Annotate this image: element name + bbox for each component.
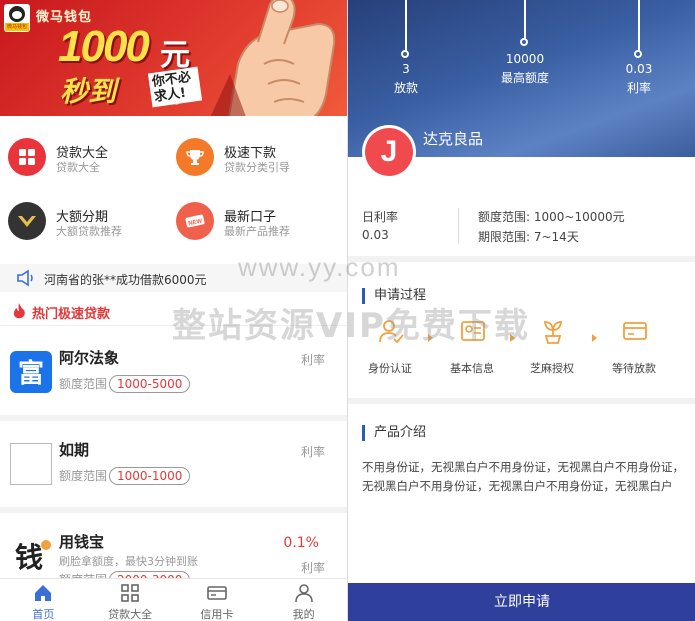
- user-icon: [294, 584, 313, 603]
- tab-home[interactable]: 首页: [0, 579, 87, 621]
- watermark-slogan: 整站资源VIP免费下载: [172, 306, 530, 346]
- app-logo: 微马钱包: [4, 4, 30, 32]
- crown-icon: [8, 202, 46, 240]
- rate-label: 利率: [300, 353, 325, 367]
- apply-now-button[interactable]: 立即申请: [348, 583, 695, 621]
- product-card[interactable]: 如期 利率 额度范围 1000-1000: [0, 425, 347, 513]
- stat-value-max: 10000: [505, 52, 545, 66]
- amount-range: 额度范围: 1000~10000元: [478, 210, 625, 224]
- menu-item-loan-list[interactable]: 贷款大全 贷款大全: [0, 126, 170, 186]
- step-label: 芝麻授权: [530, 362, 574, 375]
- range-pill: 1000-5000: [109, 375, 191, 393]
- menu-item-installment[interactable]: 大额分期 大额贷款推荐: [0, 190, 170, 250]
- rate-label: 利率: [300, 561, 325, 575]
- product-name: 用钱宝: [59, 533, 105, 551]
- stat-label-count: 放款: [393, 81, 418, 95]
- stat-label-max: 最高额度: [500, 71, 549, 85]
- home-icon: [35, 585, 52, 601]
- step-label: 身份认证: [368, 362, 412, 375]
- product-logo-alpha: 富: [10, 351, 52, 393]
- bottom-tab-bar: 首页 贷款大全 信用卡 我的: [0, 578, 347, 621]
- trophy-icon: [176, 138, 214, 176]
- stat-value-rate: 0.03: [625, 62, 653, 76]
- product-title: 达克良品: [423, 130, 484, 148]
- daily-rate-value: 0.03: [362, 228, 389, 242]
- notice-text: 河南省的张**成功借款6000元: [44, 273, 207, 287]
- product-card[interactable]: 钱 用钱宝 0.1% 刷脸拿额度，最快3分钟到账 利率 额度范围2000-300…: [0, 517, 347, 589]
- stat-label-rate: 利率: [626, 81, 651, 95]
- product-logo-letter: J: [365, 128, 413, 176]
- sprout-icon: [543, 321, 563, 344]
- product-logo-placeholder: [10, 443, 52, 485]
- tab-label: 贷款大全: [108, 608, 153, 621]
- step-arrow: [592, 334, 597, 342]
- rate-value: 0.1%: [283, 535, 319, 551]
- stat-value-count: 3: [402, 62, 410, 76]
- rate-label: 利率: [300, 445, 325, 459]
- stat-marker: [520, 38, 528, 46]
- product-name: 阿尔法象: [59, 349, 120, 367]
- menu-item-new-products[interactable]: NEW 最新口子 最新产品推荐: [168, 190, 338, 250]
- intro-text: 不用身份证，无视黑白户不用身份证，无视黑白户不用身份证，无视黑白户不用身份证，无…: [362, 460, 684, 493]
- promo-amount: 1000: [58, 22, 150, 71]
- grid-icon: [8, 138, 46, 176]
- step-label: 等待放款: [612, 362, 656, 375]
- tab-label: 信用卡: [200, 608, 234, 621]
- grid-icon: [121, 584, 139, 602]
- watermark-url: www.yy.com: [238, 252, 401, 282]
- range-row: 额度范围 1000-5000: [59, 375, 191, 393]
- speaker-icon: [17, 269, 33, 287]
- promo-banner[interactable]: 微马钱包 微马钱包 1000 元 秒到 你不必求人!: [0, 0, 347, 116]
- menu-item-fast-loan[interactable]: 极速下款 贷款分类引导: [168, 126, 338, 186]
- product-name: 如期: [59, 441, 90, 459]
- svg-text:富: 富: [18, 358, 44, 389]
- payment-card-icon: [623, 322, 647, 340]
- svg-text:钱: 钱: [15, 541, 43, 574]
- daily-rate-label: 日利率: [362, 210, 399, 224]
- product-desc: 刷脸拿额度，最快3分钟到账: [59, 555, 198, 568]
- range-label: 额度范围: [59, 377, 108, 391]
- term-range: 期限范围: 7~14天: [478, 230, 579, 244]
- credit-card-icon: [207, 586, 227, 600]
- range-row: 额度范围 1000-1000: [59, 467, 191, 485]
- intro-section-title: 产品介绍: [362, 425, 426, 441]
- tab-label: 我的: [292, 608, 315, 621]
- stat-marker: [634, 50, 642, 58]
- menu-item-subtitle: 贷款分类引导: [224, 161, 290, 174]
- menu-item-subtitle: 大额贷款推荐: [56, 225, 122, 238]
- tab-profile[interactable]: 我的: [260, 579, 347, 621]
- product-logo: J: [362, 125, 416, 179]
- pointing-hand-illustration: [210, 0, 336, 116]
- menu-item-subtitle: 贷款大全: [56, 161, 100, 174]
- section-divider: [348, 398, 695, 404]
- step-label: 基本信息: [450, 362, 494, 375]
- quick-menu: 贷款大全 贷款大全 极速下款 贷款分类引导 大额分期 大额贷款推荐 NEW 最新…: [0, 126, 347, 254]
- tab-credit-card[interactable]: 信用卡: [174, 579, 261, 621]
- product-logo-qian: 钱: [10, 535, 52, 577]
- section-title: 热门极速贷款: [32, 307, 111, 322]
- range-label: 额度范围: [59, 469, 108, 483]
- stat-marker: [401, 50, 409, 58]
- promo-sign: 秒到: [60, 76, 117, 107]
- tab-loan-list[interactable]: 贷款大全: [87, 579, 174, 621]
- fire-icon: [13, 303, 25, 319]
- menu-item-subtitle: 最新产品推荐: [224, 225, 290, 238]
- range-pill: 1000-1000: [109, 467, 191, 485]
- screenshot-root: 微马钱包 微马钱包 1000 元 秒到 你不必求人! 贷款大全 贷款大全 极速下…: [0, 0, 695, 621]
- logo-caption: 微马钱包: [5, 23, 29, 31]
- tab-label: 首页: [32, 608, 55, 621]
- carousel-dots[interactable]: [164, 100, 179, 105]
- new-tag-icon: NEW: [176, 202, 214, 240]
